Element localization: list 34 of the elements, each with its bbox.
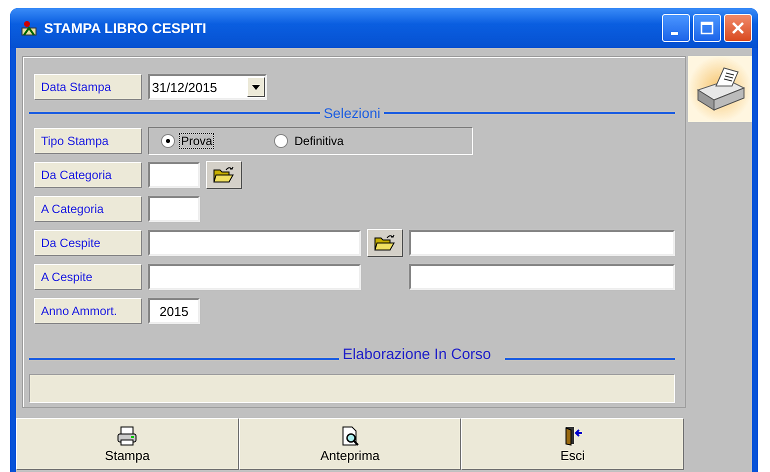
dropdown-arrow-icon bbox=[252, 84, 260, 90]
minimize-button[interactable] bbox=[662, 14, 690, 42]
maximize-button[interactable] bbox=[693, 14, 721, 42]
browse-button[interactable] bbox=[206, 161, 242, 189]
folder-icon bbox=[374, 234, 396, 252]
radio-label: Prova bbox=[179, 133, 214, 149]
field-label: A Categoria bbox=[34, 196, 142, 222]
field-label: A Cespite bbox=[34, 264, 142, 290]
field-label: Da Categoria bbox=[34, 162, 142, 188]
preview-button[interactable]: Anteprima bbox=[238, 418, 462, 470]
date-dropdown[interactable]: 31/12/2015 bbox=[148, 74, 267, 100]
window-title: STAMPA LIBRO CESPITI bbox=[44, 20, 208, 36]
input-field[interactable] bbox=[148, 230, 362, 256]
printer-icon bbox=[116, 426, 138, 446]
section-title: Selezioni bbox=[324, 106, 380, 120]
field-label: Data Stampa bbox=[34, 74, 142, 100]
field-label: Da Cespite bbox=[34, 230, 142, 256]
input-field[interactable]: 2015 bbox=[148, 298, 200, 324]
minimize-icon bbox=[670, 32, 678, 34]
input-field[interactable] bbox=[148, 196, 200, 222]
print-button[interactable]: Stampa bbox=[16, 418, 239, 470]
exit-button[interactable]: Esci bbox=[461, 418, 684, 470]
field-label: Tipo Stampa bbox=[34, 128, 142, 154]
folder-icon bbox=[213, 166, 235, 184]
app-icon bbox=[20, 19, 38, 37]
input-field[interactable] bbox=[148, 264, 362, 290]
browse-button[interactable] bbox=[367, 229, 404, 257]
close-button[interactable] bbox=[724, 14, 752, 42]
input-field[interactable] bbox=[148, 162, 200, 188]
radio-label: Definitiva bbox=[293, 133, 345, 149]
radio-button[interactable] bbox=[274, 134, 288, 148]
section-title: Elaborazione In Corso bbox=[342, 346, 491, 364]
radio-button[interactable] bbox=[161, 134, 175, 148]
field-label: Anno Ammort. bbox=[34, 298, 142, 324]
